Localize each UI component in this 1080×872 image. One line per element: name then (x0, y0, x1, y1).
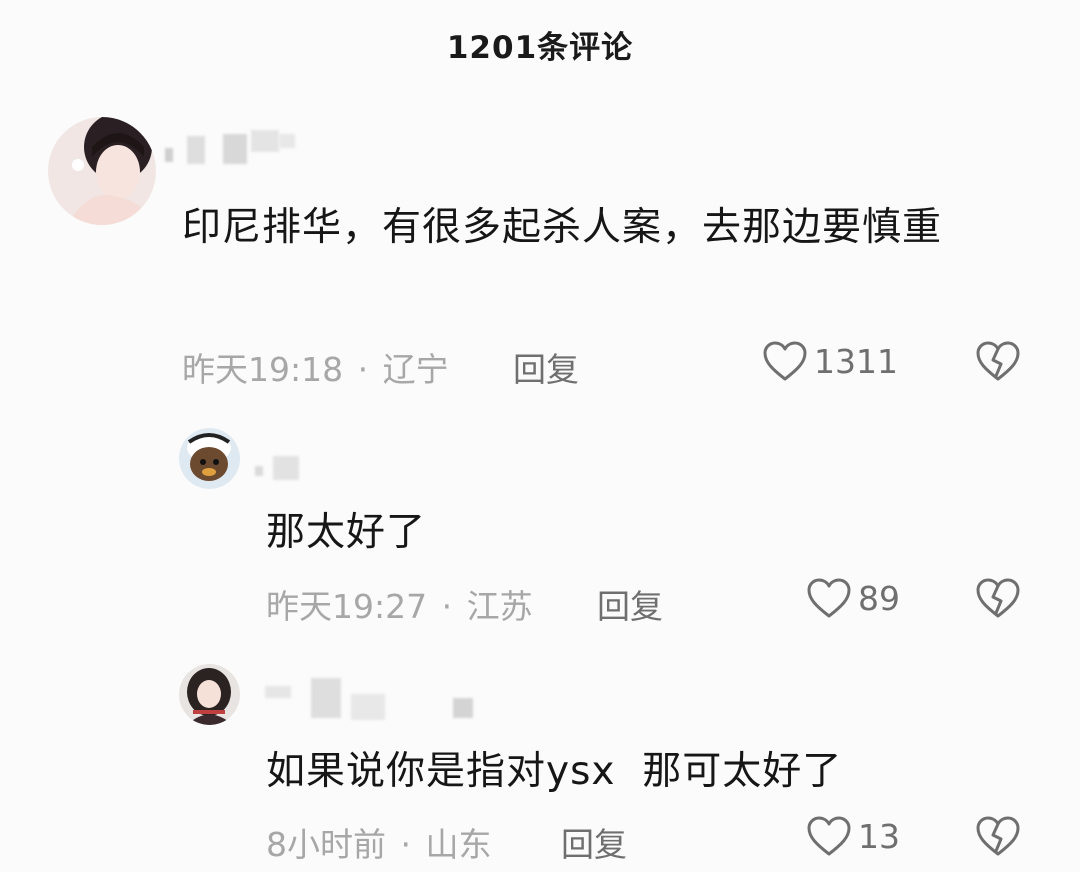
comment-meta: 昨天19:27 · 江苏 (266, 580, 533, 628)
comment-time: 昨天19:27 (266, 587, 428, 626)
broken-heart-icon (976, 816, 1020, 856)
reply-button[interactable]: 回复 (513, 343, 579, 391)
broken-heart-icon (976, 341, 1020, 381)
comments-panel: 1201条评论 印尼排华，有很多起杀人案，去那边要慎重 昨天19:18 · 辽宁 (0, 0, 1080, 872)
like-count: 1311 (814, 341, 898, 381)
comment-text: 印尼排华，有很多起杀人案，去那边要慎重 (182, 205, 943, 250)
username-blurred[interactable] (255, 676, 485, 720)
dislike-button[interactable] (975, 340, 1021, 386)
like-count: 13 (858, 816, 900, 856)
heart-outline-icon (763, 341, 807, 381)
dislike-button[interactable] (975, 815, 1021, 861)
comment-location: 江苏 (466, 587, 533, 626)
like-button[interactable]: 13 (806, 815, 900, 857)
comments-count-title: 1201条评论 (446, 30, 634, 66)
like-button[interactable]: 1311 (762, 340, 898, 382)
comment-meta: 8小时前 · 山东 (266, 818, 492, 866)
meta-separator: · (441, 587, 453, 626)
comment-location: 山东 (425, 825, 492, 864)
avatar[interactable] (179, 428, 240, 489)
like-button[interactable]: 89 (806, 577, 900, 619)
reply-button[interactable]: 回复 (597, 580, 663, 628)
meta-separator: · (357, 350, 369, 389)
avatar[interactable] (48, 117, 156, 225)
like-count: 89 (858, 578, 900, 618)
comment-text: 那太好了 (266, 510, 427, 555)
comment-location: 辽宁 (382, 350, 449, 389)
heart-outline-icon (807, 578, 851, 618)
reply-button[interactable]: 回复 (561, 818, 627, 866)
heart-outline-icon (807, 816, 851, 856)
comment-time: 昨天19:18 (182, 350, 344, 389)
dislike-button[interactable] (975, 577, 1021, 623)
comment-time: 8小时前 (266, 825, 386, 864)
comment-text: 如果说你是指对ysx 那可太好了 (266, 749, 843, 794)
username-blurred[interactable] (165, 128, 305, 168)
avatar[interactable] (179, 664, 240, 725)
comment-meta: 昨天19:18 · 辽宁 (182, 343, 449, 391)
broken-heart-icon (976, 578, 1020, 618)
meta-separator: · (400, 825, 412, 864)
username-blurred[interactable] (255, 452, 315, 492)
